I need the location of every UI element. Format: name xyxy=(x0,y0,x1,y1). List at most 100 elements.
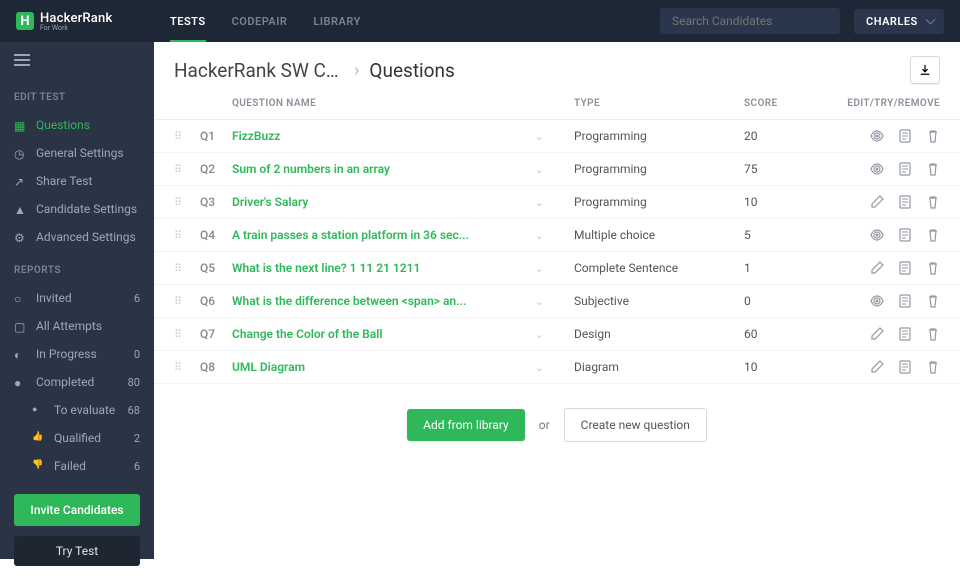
chevron-down-icon[interactable]: ⌄ xyxy=(535,361,544,374)
chevron-down-icon[interactable]: ⌄ xyxy=(535,229,544,242)
try-icon[interactable] xyxy=(898,129,912,143)
logo[interactable]: H HackerRank For Work xyxy=(16,11,154,32)
sidebar-icon: ▢ xyxy=(14,320,26,332)
chevron-down-icon[interactable]: ⌄ xyxy=(535,163,544,176)
chevron-down-icon[interactable]: ⌄ xyxy=(535,130,544,143)
drag-handle-icon[interactable]: ⠿ xyxy=(174,229,188,242)
trash-icon[interactable] xyxy=(926,261,940,275)
try-icon[interactable] xyxy=(898,261,912,275)
sidebar-item-label: Qualified xyxy=(54,431,124,445)
header-actions: EDIT/TRY/REMOVE xyxy=(816,98,940,109)
chevron-down-icon[interactable]: ⌄ xyxy=(535,262,544,275)
breadcrumb-test-name[interactable]: HackerRank SW Chal... xyxy=(174,59,344,82)
view-icon[interactable] xyxy=(870,228,884,242)
trash-icon[interactable] xyxy=(926,129,940,143)
chevron-down-icon[interactable]: ⌄ xyxy=(535,196,544,209)
trash-icon[interactable] xyxy=(926,228,940,242)
sidebar-item-questions[interactable]: ▦ Questions xyxy=(0,111,154,139)
topbar: H HackerRank For Work TESTS CODEPAIR LIBRA… xyxy=(0,0,960,42)
try-icon[interactable] xyxy=(898,327,912,341)
question-name-link[interactable]: What is the difference between <span> an… xyxy=(232,294,466,308)
table-row: ⠿ Q6 What is the difference between <spa… xyxy=(154,285,960,318)
table-row: ⠿ Q5 What is the next line? 1 11 21 1211… xyxy=(154,252,960,285)
create-new-question-button[interactable]: Create new question xyxy=(564,408,707,442)
nav-tab-tests[interactable]: TESTS xyxy=(170,1,206,42)
question-name-link[interactable]: UML Diagram xyxy=(232,360,305,374)
sidebar-item-label: Completed xyxy=(36,375,118,389)
search-input[interactable] xyxy=(660,8,840,34)
trash-icon[interactable] xyxy=(926,294,940,308)
question-number: Q6 xyxy=(200,294,232,308)
sidebar: EDIT TEST ▦ Questions ◷ General Settings… xyxy=(0,42,154,559)
try-icon[interactable] xyxy=(898,228,912,242)
sidebar-icon: ◷ xyxy=(14,147,26,159)
edit-icon[interactable] xyxy=(870,195,884,209)
invite-candidates-button[interactable]: Invite Candidates xyxy=(14,494,140,526)
drag-handle-icon[interactable]: ⠿ xyxy=(174,163,188,176)
question-name-link[interactable]: Sum of 2 numbers in an array xyxy=(232,162,390,176)
table-row: ⠿ Q4 A train passes a station platform i… xyxy=(154,219,960,252)
question-name-link[interactable]: What is the next line? 1 11 21 1211 xyxy=(232,261,420,275)
view-icon[interactable] xyxy=(870,162,884,176)
trash-icon[interactable] xyxy=(926,327,940,341)
question-name-link[interactable]: Driver's Salary xyxy=(232,195,308,209)
sidebar-item-all attempts[interactable]: ▢ All Attempts xyxy=(0,312,154,340)
chevron-down-icon[interactable]: ⌄ xyxy=(535,295,544,308)
edit-icon[interactable] xyxy=(870,327,884,341)
sidebar-heading-reports: REPORTS xyxy=(0,251,154,284)
logo-badge: H xyxy=(16,12,34,30)
edit-icon[interactable] xyxy=(870,261,884,275)
view-icon[interactable] xyxy=(870,294,884,308)
question-name-link[interactable]: Change the Color of the Ball xyxy=(232,327,382,341)
sidebar-item-label: Share Test xyxy=(36,174,140,188)
sidebar-item-label: To evaluate xyxy=(54,403,118,417)
drag-handle-icon[interactable]: ⠿ xyxy=(174,295,188,308)
sidebar-item-label: Questions xyxy=(36,118,140,132)
sidebar-item-candidate settings[interactable]: ▲ Candidate Settings xyxy=(0,195,154,223)
nav-tab-library[interactable]: LIBRARY xyxy=(313,1,360,42)
question-name-link[interactable]: FizzBuzz xyxy=(232,129,280,143)
sidebar-item-label: Candidate Settings xyxy=(36,202,140,216)
chevron-down-icon[interactable]: ⌄ xyxy=(535,328,544,341)
hamburger-icon[interactable] xyxy=(0,42,36,78)
download-button[interactable] xyxy=(910,56,940,84)
sidebar-subitem-failed[interactable]: 👎 Failed 6 xyxy=(0,452,154,480)
table-row: ⠿ Q8 UML Diagram ⌄ Diagram 10 xyxy=(154,351,960,384)
sidebar-item-share test[interactable]: ↗ Share Test xyxy=(0,167,154,195)
sidebar-item-invited[interactable]: ○ Invited 6 xyxy=(0,284,154,312)
question-number: Q5 xyxy=(200,261,232,275)
table-row: ⠿ Q2 Sum of 2 numbers in an array ⌄ Prog… xyxy=(154,153,960,186)
try-icon[interactable] xyxy=(898,360,912,374)
try-icon[interactable] xyxy=(898,162,912,176)
question-type: Programming xyxy=(574,195,744,209)
question-score: 60 xyxy=(744,327,816,341)
view-icon[interactable] xyxy=(870,129,884,143)
breadcrumb-current: Questions xyxy=(369,59,454,82)
try-test-button[interactable]: Try Test xyxy=(14,536,140,566)
try-icon[interactable] xyxy=(898,294,912,308)
add-from-library-button[interactable]: Add from library xyxy=(407,409,525,441)
try-icon[interactable] xyxy=(898,195,912,209)
sidebar-icon: ● xyxy=(32,404,44,416)
question-name-link[interactable]: A train passes a station platform in 36 … xyxy=(232,228,469,242)
trash-icon[interactable] xyxy=(926,162,940,176)
question-score: 75 xyxy=(744,162,816,176)
sidebar-item-general settings[interactable]: ◷ General Settings xyxy=(0,139,154,167)
edit-icon[interactable] xyxy=(870,360,884,374)
chevron-right-icon: › xyxy=(354,60,359,81)
trash-icon[interactable] xyxy=(926,360,940,374)
user-menu[interactable]: CHARLES xyxy=(854,9,944,34)
sidebar-item-in progress[interactable]: ◐ In Progress 0 xyxy=(0,340,154,368)
drag-handle-icon[interactable]: ⠿ xyxy=(174,130,188,143)
sidebar-subitem-qualified[interactable]: 👍 Qualified 2 xyxy=(0,424,154,452)
sidebar-item-completed[interactable]: ● Completed 80 xyxy=(0,368,154,396)
drag-handle-icon[interactable]: ⠿ xyxy=(174,196,188,209)
nav-tabs: TESTS CODEPAIR LIBRARY xyxy=(170,1,361,42)
drag-handle-icon[interactable]: ⠿ xyxy=(174,328,188,341)
nav-tab-codepair[interactable]: CODEPAIR xyxy=(232,1,288,42)
drag-handle-icon[interactable]: ⠿ xyxy=(174,361,188,374)
trash-icon[interactable] xyxy=(926,195,940,209)
sidebar-subitem-to evaluate[interactable]: ● To evaluate 68 xyxy=(0,396,154,424)
sidebar-item-advanced settings[interactable]: ⚙ Advanced Settings xyxy=(0,223,154,251)
drag-handle-icon[interactable]: ⠿ xyxy=(174,262,188,275)
